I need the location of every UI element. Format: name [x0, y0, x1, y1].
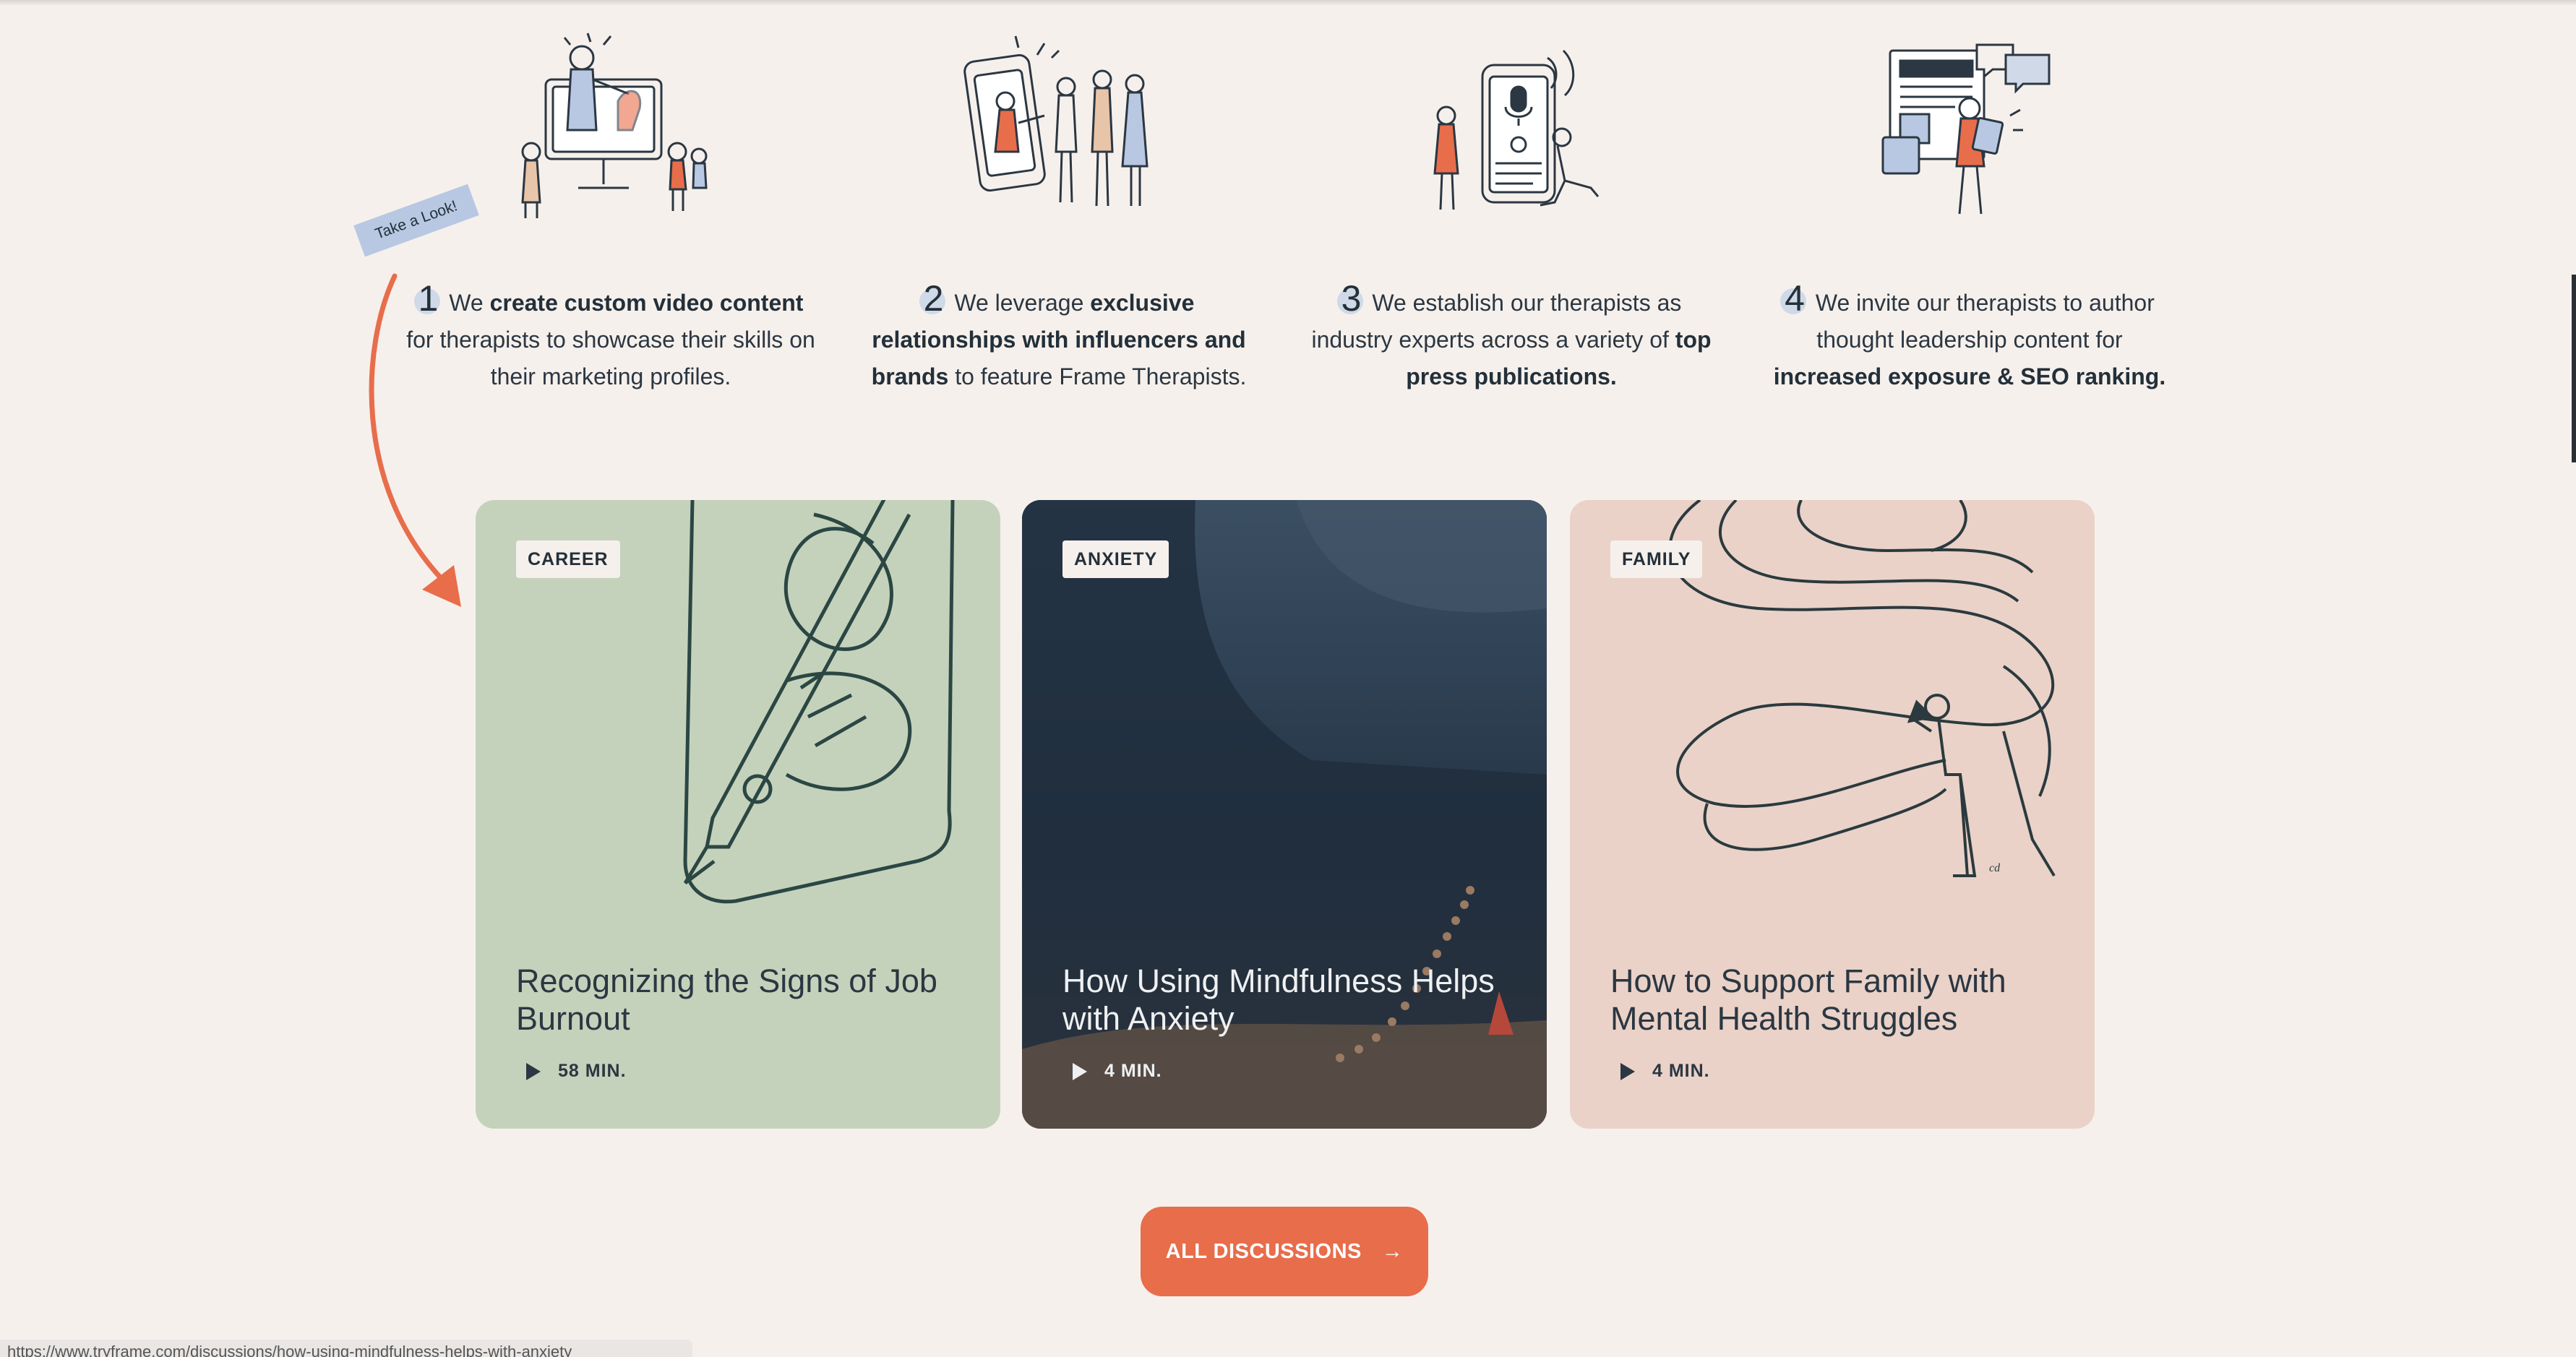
all-discussions-label: ALL DISCUSSIONS: [1165, 1239, 1362, 1263]
card-duration: 58 MIN.: [516, 1061, 627, 1082]
step-number: 3: [1341, 278, 1366, 319]
scrollbar[interactable]: [2572, 275, 2576, 462]
card-title[interactable]: How Using Mindfulness Helps with Anxiety: [1062, 962, 1511, 1038]
video-illustration-icon: [510, 29, 712, 224]
step-number: 2: [924, 278, 948, 319]
card-category-tag: CAREER: [516, 540, 620, 578]
step-2-text: 2 We leverage exclusive relationships wi…: [871, 278, 1247, 390]
svg-text:cd: cd: [1989, 862, 2001, 874]
discussion-card-family[interactable]: cd FAMILY How to Support Family with Men…: [1570, 500, 2095, 1129]
press-illustration-icon: [1410, 29, 1613, 224]
card-category-tag: FAMILY: [1610, 540, 1703, 578]
play-icon: [1073, 1062, 1087, 1080]
play-icon: [526, 1062, 541, 1080]
step-4-text: 4 We invite our therapists to author tho…: [1773, 278, 2166, 390]
card-category-tag: ANXIETY: [1062, 540, 1169, 578]
status-bar-url: https://www.tryframe.com/discussions/how…: [0, 1340, 692, 1357]
discussion-card-career[interactable]: CAREER Recognizing the Signs of Job Burn…: [476, 500, 1000, 1129]
arrow-right-icon: →: [1381, 1239, 1404, 1263]
card-title[interactable]: How to Support Family with Mental Health…: [1610, 962, 2058, 1038]
card-duration: 4 MIN.: [1610, 1061, 1710, 1082]
step-number: 4: [1785, 278, 1809, 319]
card-title[interactable]: Recognizing the Signs of Job Burnout: [516, 962, 964, 1038]
top-shadow: [0, 0, 2576, 6]
curved-arrow-icon: [369, 273, 461, 607]
take-a-look-tag: Take a Look!: [353, 184, 479, 257]
influencers-illustration-icon: [958, 29, 1160, 224]
step-3-text: 3 We establish our therapists as industr…: [1311, 278, 1712, 390]
card-duration: 4 MIN.: [1062, 1061, 1162, 1082]
play-icon: [1620, 1062, 1635, 1080]
author-illustration-icon: [1868, 29, 2071, 224]
all-discussions-button[interactable]: ALL DISCUSSIONS →: [1141, 1207, 1428, 1296]
discussion-card-anxiety[interactable]: ANXIETY How Using Mindfulness Helps with…: [1022, 500, 1547, 1129]
